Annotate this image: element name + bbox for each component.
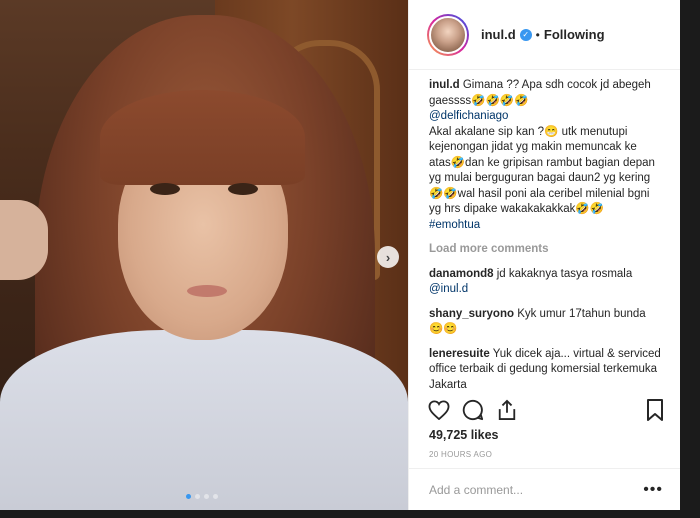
carousel-dot xyxy=(204,494,209,499)
comments-list: inul.d Gimana ?? Apa sdh cocok jd abegeh… xyxy=(429,78,661,388)
comment: leneresuite Yuk dicek aja... virtual & s… xyxy=(429,347,661,389)
left-eye xyxy=(150,183,180,195)
bookmark-icon xyxy=(647,399,663,421)
post-photo[interactable]: › xyxy=(0,0,408,510)
comment-text: jd kakaknya tasya rosmala xyxy=(493,267,633,280)
comment-button[interactable] xyxy=(461,398,485,422)
comment: danamond8 jd kakaknya tasya rosmala @inu… xyxy=(429,267,661,298)
comment-bubble-icon xyxy=(462,399,484,421)
comment-mention-link[interactable]: @inul.d xyxy=(429,283,468,295)
load-more-comments-button[interactable]: Load more comments xyxy=(429,242,661,258)
shirt xyxy=(0,330,408,510)
verified-badge-icon: ✓ xyxy=(519,28,532,41)
comment: shany_suryono Kyk umur 17tahun bunda 😊😊 xyxy=(429,307,661,338)
carousel-dots xyxy=(186,494,218,499)
header-username[interactable]: inul.d xyxy=(481,27,516,42)
carousel-next-button[interactable]: › xyxy=(377,246,399,268)
bangs xyxy=(100,90,305,185)
mention-link[interactable]: @delfichaniago xyxy=(429,110,508,122)
comment-input[interactable] xyxy=(429,482,644,497)
following-button[interactable]: Following xyxy=(544,27,605,42)
caption-text: Gimana ?? Apa sdh cocok jd abegeh gaesss… xyxy=(429,79,651,107)
caption: inul.d Gimana ?? Apa sdh cocok jd abegeh… xyxy=(429,78,661,233)
comment-username[interactable]: shany_suryono xyxy=(429,308,514,320)
post-header: inul.d ✓ • Following xyxy=(409,0,680,70)
comment-username[interactable]: leneresuite xyxy=(429,348,490,360)
caption-body: Akal akalane sip kan ?😁 utk menutupi kej… xyxy=(429,125,655,216)
action-bar xyxy=(427,396,667,424)
carousel-dot xyxy=(213,494,218,499)
avatar[interactable] xyxy=(427,13,469,56)
carousel-dot xyxy=(186,494,191,499)
modal-backdrop-right xyxy=(680,0,700,518)
modal-backdrop-bottom xyxy=(0,510,700,518)
hashtag-link[interactable]: #emohtua xyxy=(429,219,480,231)
post-side-panel: inul.d ✓ • Following inul.d Gimana ?? Ap… xyxy=(408,0,689,510)
instagram-post-modal: › inul.d ✓ • Following inul.d Gimana ?? … xyxy=(0,0,700,518)
share-button[interactable] xyxy=(495,398,519,422)
post-timestamp[interactable]: 20 HOURS AGO xyxy=(429,450,492,459)
comment-username[interactable]: danamond8 xyxy=(429,268,494,280)
share-icon xyxy=(498,399,516,420)
right-eye xyxy=(228,183,258,195)
caption-username[interactable]: inul.d xyxy=(429,79,460,91)
hand xyxy=(0,200,48,280)
more-options-icon[interactable]: ••• xyxy=(643,481,663,499)
lips xyxy=(187,285,227,297)
separator: • xyxy=(535,27,540,42)
like-button[interactable] xyxy=(427,398,451,422)
save-button[interactable] xyxy=(643,398,667,422)
likes-count[interactable]: 49,725 likes xyxy=(429,428,499,442)
add-comment-bar: ••• xyxy=(409,468,681,510)
heart-icon xyxy=(428,400,450,420)
carousel-dot xyxy=(195,494,200,499)
chevron-right-icon: › xyxy=(385,249,391,265)
